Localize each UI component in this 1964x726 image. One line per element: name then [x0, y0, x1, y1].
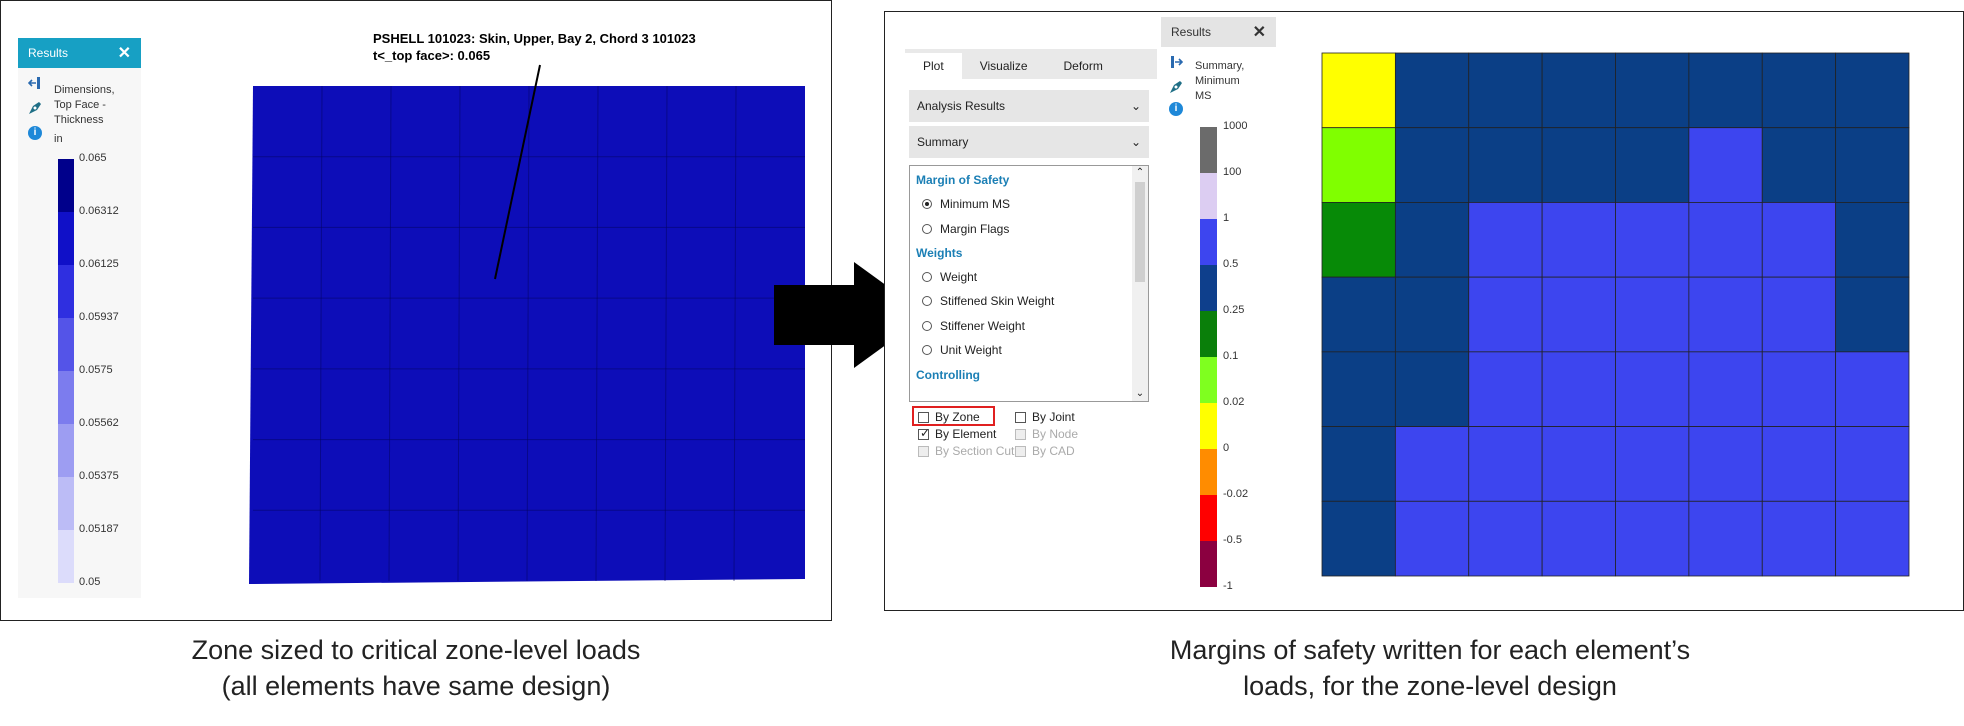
element-cell — [1468, 202, 1543, 278]
element-cell — [1761, 351, 1837, 427]
element-cell — [1835, 426, 1910, 502]
element-cell — [1394, 351, 1470, 427]
element-cell — [1835, 52, 1910, 129]
element-cell — [1394, 500, 1470, 577]
element-cell — [1541, 500, 1616, 577]
element-cell — [1321, 426, 1396, 502]
element-cell — [1394, 276, 1470, 353]
element-cell — [1394, 127, 1470, 203]
element-cell — [1615, 351, 1690, 427]
element-cell — [1468, 52, 1543, 129]
element-cell — [1321, 52, 1396, 129]
element-cell — [1321, 500, 1396, 577]
element-cell — [1835, 276, 1910, 353]
element-cell — [1761, 52, 1837, 129]
element-cell — [1688, 202, 1763, 278]
element-cell — [1468, 127, 1543, 203]
element-cell — [1541, 351, 1616, 427]
element-cell — [1541, 127, 1616, 203]
element-cell — [1761, 276, 1837, 353]
element-cell — [1761, 426, 1837, 502]
element-cell — [1394, 426, 1470, 502]
element-cell — [1541, 426, 1616, 502]
right-caption-line-1: Margins of safety written for each eleme… — [1169, 635, 1691, 665]
right-caption: Margins of safety written for each eleme… — [1110, 632, 1750, 704]
element-cell — [1321, 127, 1396, 203]
element-cell — [1688, 276, 1763, 353]
element-cell — [1321, 202, 1396, 278]
element-cell — [1688, 351, 1763, 427]
element-cell — [1615, 202, 1690, 278]
element-cell — [1761, 202, 1837, 278]
element-cell — [1468, 500, 1543, 577]
element-cell — [1688, 500, 1763, 577]
element-cell — [1468, 426, 1543, 502]
element-cell — [1541, 276, 1616, 353]
element-cell — [1688, 127, 1763, 203]
element-cell — [1541, 202, 1616, 278]
right-caption-line-2: loads, for the zone-level design — [1243, 671, 1617, 701]
element-cell — [1541, 52, 1616, 129]
element-cell — [1615, 52, 1690, 129]
left-caption-line-1: Zone sized to critical zone-level loads — [191, 635, 641, 665]
element-cell — [1615, 426, 1690, 502]
right-element-grid[interactable] — [885, 12, 1963, 610]
element-cell — [1394, 202, 1470, 278]
left-caption: Zone sized to critical zone-level loads … — [116, 632, 716, 704]
element-cell — [1468, 276, 1543, 353]
element-cell — [1468, 351, 1543, 427]
element-cell — [1688, 426, 1763, 502]
element-cell — [1615, 127, 1690, 203]
element-cell — [1615, 500, 1690, 577]
element-cell — [1835, 351, 1910, 427]
element-cell — [1321, 276, 1396, 353]
element-cell — [1615, 276, 1690, 353]
element-cell — [1394, 52, 1470, 129]
element-cell — [1761, 127, 1837, 203]
element-cell — [1688, 52, 1763, 129]
left-screenshot-frame: Results ✕ i Dimensions, Top Face - Thick… — [0, 0, 832, 621]
element-cell — [1761, 500, 1837, 577]
element-cell — [1835, 202, 1910, 278]
element-cell — [1835, 127, 1910, 203]
element-cell — [1835, 500, 1910, 577]
left-mesh[interactable] — [1, 1, 833, 622]
element-cell — [1321, 351, 1396, 427]
left-caption-line-2: (all elements have same design) — [221, 671, 611, 701]
right-screenshot-frame: Plot Visualize Deform Analysis Results ⌄… — [884, 11, 1964, 611]
